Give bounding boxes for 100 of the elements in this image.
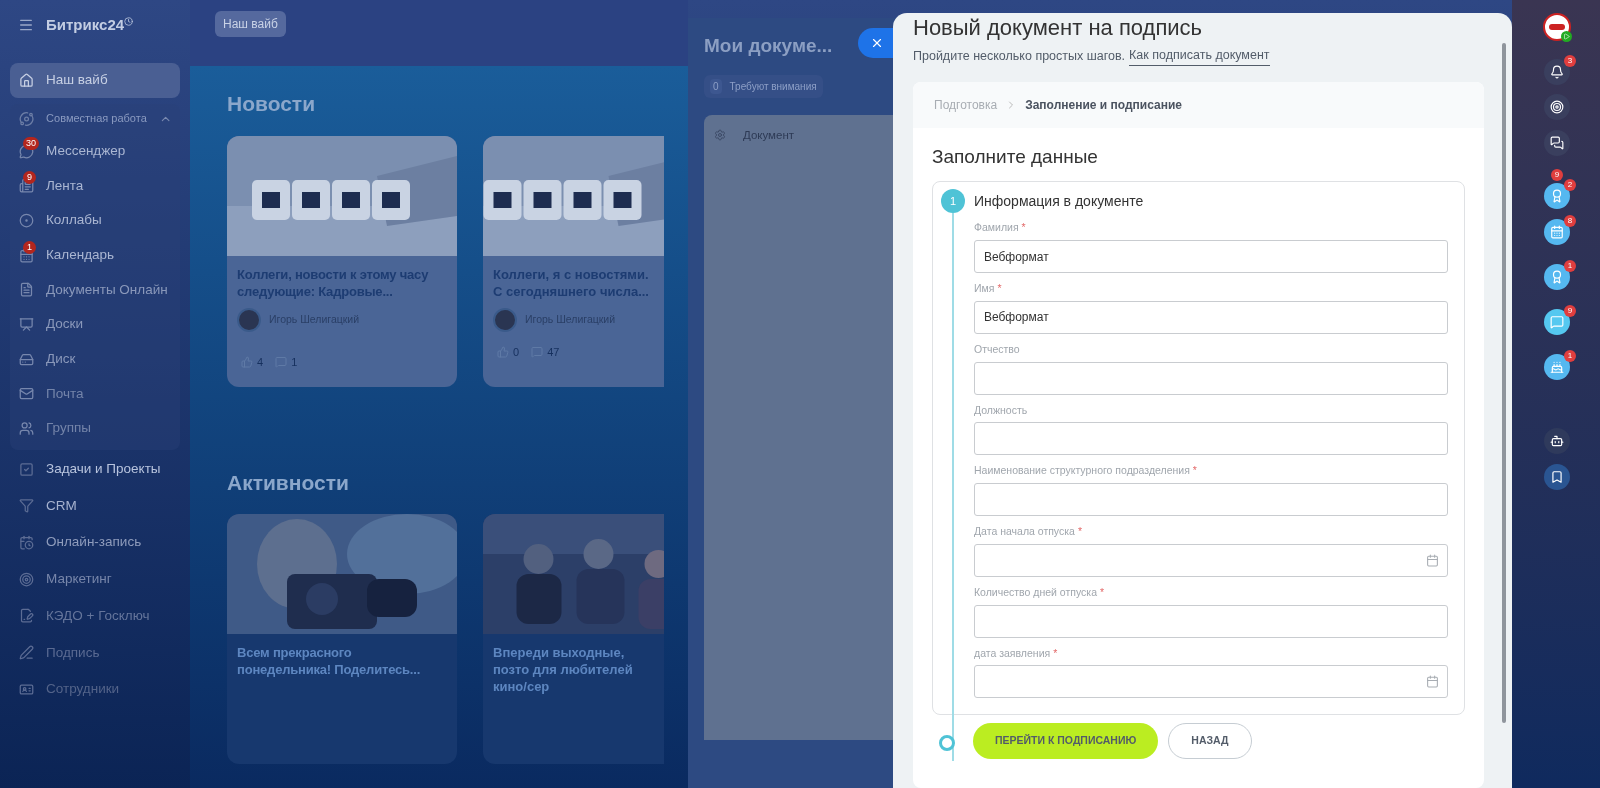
play-icon: [1561, 31, 1572, 42]
sidebar-item[interactable]: Подпись: [10, 635, 180, 670]
field-label: дата заявления *: [974, 645, 1059, 661]
scrollbar[interactable]: [1502, 43, 1506, 723]
target-icon: [19, 212, 34, 228]
tab-chip[interactable]: Наш вайб: [215, 11, 286, 37]
post-card[interactable]: Всем прекрасного понедельника! Поделитесь...: [227, 514, 457, 764]
orbit-icon: [19, 110, 35, 127]
comment-count: 1: [291, 354, 298, 370]
close-button[interactable]: [858, 28, 893, 58]
author-avatar: [237, 307, 261, 332]
panel-title: Мои докуме...: [704, 34, 833, 58]
company-logo[interactable]: [1543, 13, 1571, 41]
post-title[interactable]: Впереди выходные, позто для любителей кино/сер: [493, 644, 654, 695]
count-badge: 9: [1564, 304, 1576, 317]
field-label: Отчество: [974, 341, 1021, 357]
sidebar-item[interactable]: Документы Онлайн: [10, 272, 180, 308]
date-field[interactable]: [974, 665, 1448, 699]
author-avatar: [493, 307, 517, 332]
users-icon: [19, 421, 34, 437]
sidebar-item[interactable]: Почта: [10, 376, 180, 412]
id-card-icon: [19, 681, 34, 697]
field-label: Количество дней отпуска *: [974, 584, 1106, 600]
sidebar-item[interactable]: 1 Календарь: [10, 237, 180, 273]
checkbox-icon: [19, 461, 34, 477]
step-marker: [939, 735, 955, 752]
input-field[interactable]: Вебформат: [974, 240, 1448, 273]
field-label: Фамилия *: [974, 220, 1027, 236]
input-field[interactable]: [974, 483, 1448, 516]
breadcrumb-step[interactable]: Подготовка: [934, 95, 998, 114]
count-badge: 9: [1551, 169, 1563, 182]
count-badge: 1: [23, 240, 36, 254]
sidebar-item[interactable]: Коллабы: [10, 203, 180, 238]
filter-label: Требуют внимания: [729, 79, 817, 94]
sidebar-item[interactable]: КЭДО + Госключ: [10, 598, 180, 634]
like-count: 4: [257, 354, 264, 370]
panel-subtitle: Пройдите несколько простых шагов.: [913, 47, 1126, 65]
sidebar-item[interactable]: Задачи и Проекты: [10, 451, 180, 487]
home-icon: [19, 72, 34, 88]
input-field[interactable]: [974, 361, 1448, 395]
bot-icon[interactable]: [1544, 428, 1570, 455]
bookmark-icon[interactable]: [1544, 463, 1570, 490]
sidebar-item[interactable]: Наш вайб: [10, 63, 180, 98]
input-field[interactable]: [974, 604, 1448, 638]
target-icon: [19, 571, 34, 587]
document-row[interactable]: Документ: [714, 126, 794, 144]
field-label: Должность: [974, 402, 1029, 418]
logo[interactable]: Битрикс24: [46, 13, 125, 37]
count-badge: 1: [1564, 350, 1576, 363]
step-title: Информация в документе: [974, 192, 1145, 212]
sidebar-item[interactable]: 30 Мессенджер: [10, 133, 180, 169]
field-label: Наименование структурного подразделения *: [974, 463, 1198, 479]
count-badge: 1: [1564, 259, 1576, 272]
attention-filter[interactable]: 0 Требуют внимания: [704, 74, 823, 98]
breadcrumb-step[interactable]: Заполнение и подписание: [1025, 95, 1182, 114]
sidebar-item[interactable]: Группы: [10, 411, 180, 446]
post-title[interactable]: Всем прекрасного понедельника! Поделитесь...: [237, 644, 447, 678]
back-button[interactable]: НАЗАД: [1168, 723, 1252, 760]
count-badge: 9: [23, 171, 36, 185]
sidebar-item[interactable]: Онлайн-запись: [10, 525, 180, 560]
menu-icon[interactable]: [18, 17, 34, 33]
input-field[interactable]: [974, 422, 1448, 456]
pen-icon: [19, 645, 34, 661]
field-label: Дата начала отпуска *: [974, 524, 1083, 539]
panel-title: Новый документ на подпись: [913, 14, 1204, 42]
target-icon[interactable]: [1544, 94, 1570, 121]
mail-icon: [19, 386, 34, 402]
field-label: Имя *: [974, 281, 1003, 296]
count-badge: 8: [1564, 214, 1576, 227]
sidebar-item[interactable]: Маркетинг: [10, 561, 180, 597]
sidebar-item[interactable]: Диск: [10, 341, 180, 377]
funnel-icon: [19, 498, 34, 514]
help-link[interactable]: Как подписать документ: [1129, 46, 1270, 66]
comment-count: 47: [547, 344, 560, 360]
section-title: Активности: [227, 469, 350, 496]
bell-icon[interactable]: [1544, 58, 1570, 85]
sign-button[interactable]: ПЕРЕЙТИ К ПОДПИСАНИЮ: [973, 723, 1159, 760]
drive-icon: [19, 351, 34, 367]
message-icon[interactable]: [1544, 308, 1570, 335]
document-pen-icon: [19, 608, 34, 624]
close-icon: [870, 36, 884, 50]
gear-icon: [714, 129, 726, 142]
calendar-icon[interactable]: [1544, 218, 1570, 245]
date-field[interactable]: [974, 543, 1448, 577]
sidebar-item[interactable]: CRM: [10, 488, 180, 524]
count-badge: 2: [1564, 178, 1576, 191]
count-badge: 3: [1564, 54, 1576, 67]
count-badge: 30: [23, 136, 39, 150]
group-header[interactable]: Совместная работа: [10, 103, 180, 134]
medal-icon[interactable]: [1544, 263, 1570, 290]
medal-icon[interactable]: [1544, 182, 1570, 209]
step-number: 1: [941, 189, 965, 214]
input-field[interactable]: Вебформат: [974, 300, 1448, 334]
cake-icon[interactable]: [1544, 354, 1570, 381]
post-card[interactable]: Впереди выходные, позто для любителей кино/сер: [483, 514, 664, 764]
sidebar-item[interactable]: 9 Лента: [10, 168, 180, 204]
sidebar-item[interactable]: Доски: [10, 307, 180, 342]
chat-icon[interactable]: [1544, 129, 1570, 156]
sidebar-item[interactable]: Сотрудники: [10, 672, 180, 707]
counter-badge: 0: [710, 78, 722, 94]
